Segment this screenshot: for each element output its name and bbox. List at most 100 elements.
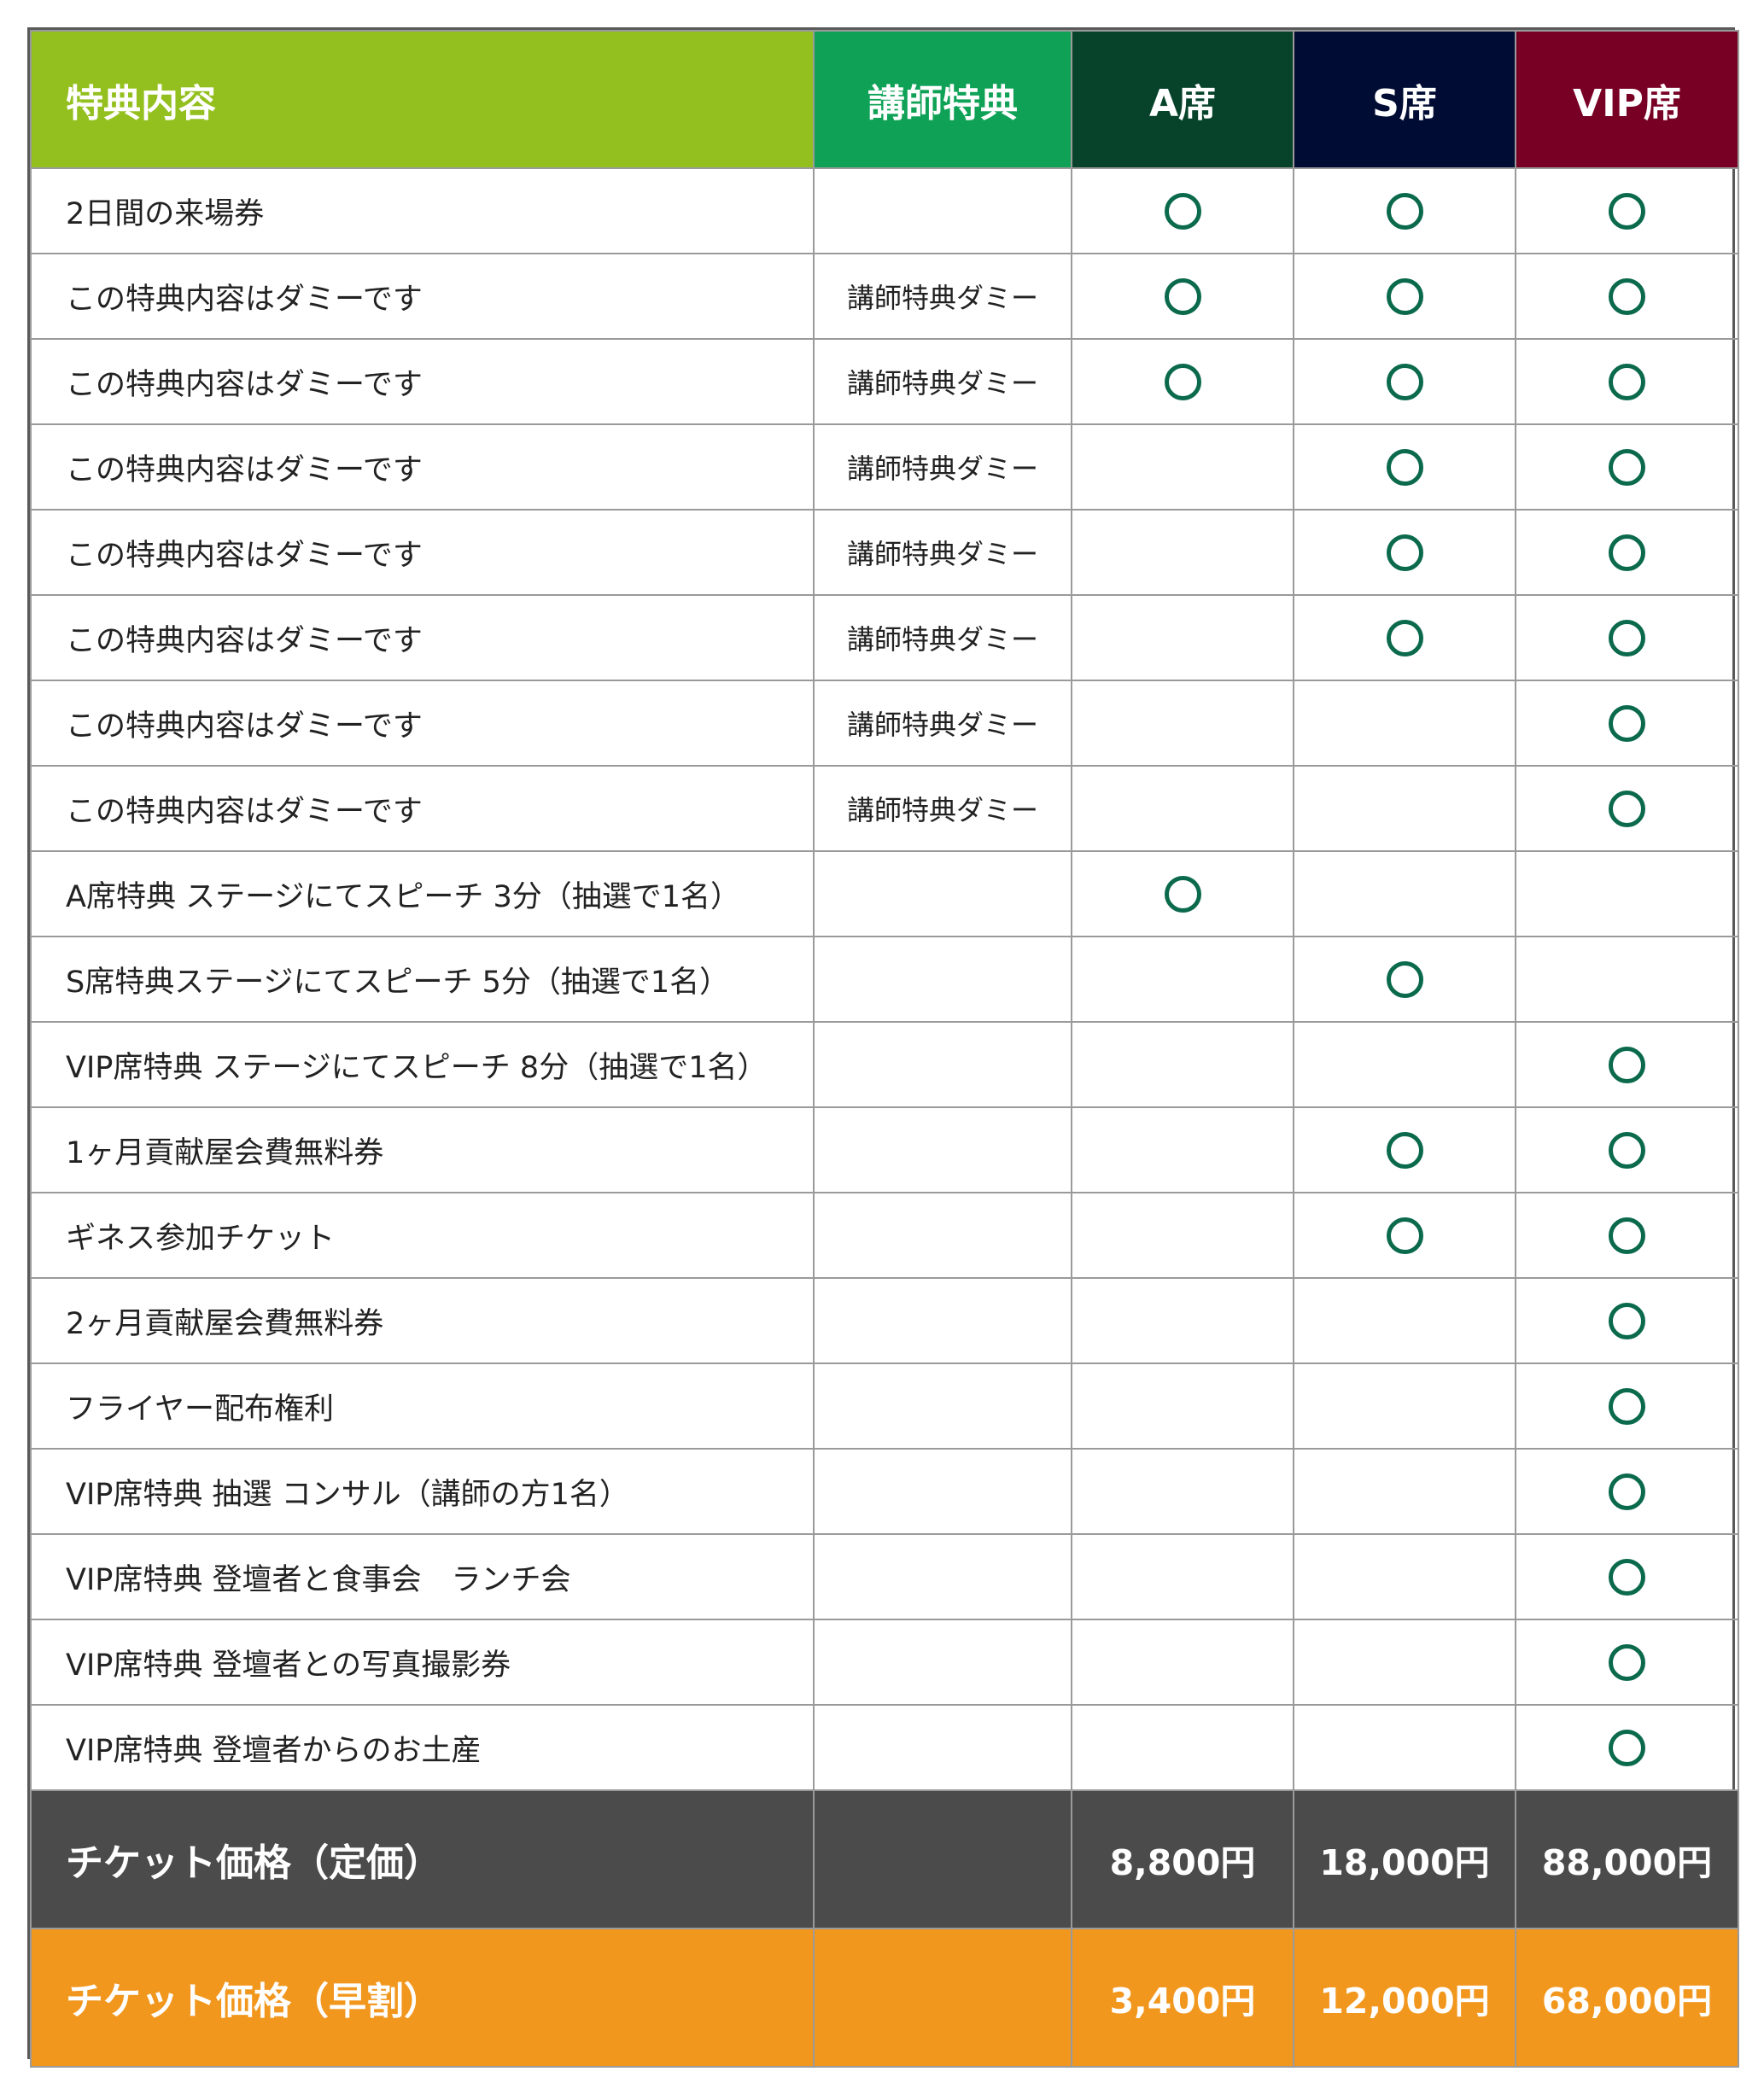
benefit-feature-cell: この特典内容はダミーです: [30, 423, 815, 511]
seat-s-cell: [1293, 1277, 1516, 1364]
circle-mark-icon: [1609, 704, 1645, 742]
seat-s-cell: [1293, 850, 1516, 937]
seat-vip-cell: [1515, 936, 1739, 1023]
instructor-benefit-cell: [813, 1277, 1072, 1364]
seat-a-cell: [1071, 1192, 1294, 1279]
table-row: 1ヶ月貢献屋会費無料券: [30, 1106, 1739, 1193]
circle-mark-icon: [1386, 192, 1423, 230]
table-row: この特典内容はダミーです 講師特典ダミー: [30, 509, 1739, 596]
price-early-vip: 68,000円: [1515, 1928, 1739, 2068]
table-row: この特典内容はダミーです 講師特典ダミー: [30, 680, 1739, 767]
instructor-benefit-cell: [813, 936, 1072, 1023]
seat-vip-cell: [1515, 850, 1739, 937]
seat-s-cell: [1293, 1619, 1516, 1706]
seat-a-cell: [1071, 1533, 1294, 1620]
seat-a-cell: [1071, 423, 1294, 511]
circle-mark-icon: [1164, 192, 1201, 230]
seat-a-cell: [1071, 1619, 1294, 1706]
seat-s-cell: [1293, 1192, 1516, 1279]
instructor-benefit-cell: [813, 167, 1072, 254]
seat-vip-cell: [1515, 338, 1739, 425]
instructor-benefit-cell: [813, 1533, 1072, 1620]
instructor-benefit-cell: [813, 1448, 1072, 1535]
table-row: ギネス参加チケット: [30, 1192, 1739, 1279]
seat-vip-cell: [1515, 765, 1739, 852]
seat-a-cell: [1071, 338, 1294, 425]
price-regular-s: 18,000円: [1293, 1789, 1516, 1929]
instructor-benefit-cell: [813, 1704, 1072, 1791]
circle-mark-icon: [1164, 363, 1201, 400]
instructor-benefit-cell: 講師特典ダミー: [813, 594, 1072, 681]
circle-mark-icon: [1386, 960, 1423, 998]
seat-a-cell: [1071, 1704, 1294, 1791]
seat-s-cell: [1293, 765, 1516, 852]
table-row: VIP席特典 登壇者と食事会 ランチ会: [30, 1533, 1739, 1620]
benefit-feature-cell: VIP席特典 登壇者からのお土産: [30, 1704, 815, 1791]
header-seat-a: A席: [1071, 30, 1294, 169]
benefit-feature-cell: A席特典 ステージにてスピーチ 3分（抽選で1名）: [30, 850, 815, 937]
price-regular-label: チケット価格（定価）: [30, 1789, 815, 1929]
benefits-table-wrapper: 特典内容 講師特典 A席 S席 VIP席 2日間の来場券 この特典内容はダミーです…: [27, 27, 1739, 2068]
seat-a-cell: [1071, 936, 1294, 1023]
seat-a-cell: [1071, 1277, 1294, 1364]
instructor-benefit-cell: [813, 1021, 1072, 1108]
benefit-feature-cell: この特典内容はダミーです: [30, 765, 815, 852]
table-row: この特典内容はダミーです 講師特典ダミー: [30, 338, 1739, 425]
seat-s-cell: [1293, 1363, 1516, 1450]
seat-s-cell: [1293, 936, 1516, 1023]
table-row: S席特典ステージにてスピーチ 5分（抽選で1名）: [30, 936, 1739, 1023]
seat-vip-cell: [1515, 1192, 1739, 1279]
price-early-instructor-cell: [813, 1928, 1072, 2068]
instructor-benefit-cell: [813, 1363, 1072, 1450]
seat-vip-cell: [1515, 423, 1739, 511]
benefit-feature-cell: S席特典ステージにてスピーチ 5分（抽選で1名）: [30, 936, 815, 1023]
benefit-feature-cell: この特典内容はダミーです: [30, 680, 815, 767]
circle-mark-icon: [1609, 1643, 1645, 1681]
benefit-feature-cell: 2ヶ月貢献屋会費無料券: [30, 1277, 815, 1364]
price-row-early: チケット価格（早割） 3,400円 12,000円 68,000円: [30, 1928, 1739, 2068]
circle-mark-icon: [1609, 448, 1645, 486]
benefit-rows: 2日間の来場券 この特典内容はダミーです 講師特典ダミー この特典内容はダミーです 講師…: [30, 167, 1739, 1791]
circle-mark-icon: [1386, 1217, 1423, 1254]
seat-s-cell: [1293, 1448, 1516, 1535]
seat-a-cell: [1071, 253, 1294, 340]
circle-mark-icon: [1609, 1729, 1645, 1766]
instructor-benefit-cell: 講師特典ダミー: [813, 509, 1072, 596]
circle-mark-icon: [1609, 1131, 1645, 1169]
circle-mark-icon: [1164, 277, 1201, 315]
seat-s-cell: [1293, 253, 1516, 340]
table-row: VIP席特典 抽選 コンサル（講師の方1名）: [30, 1448, 1739, 1535]
price-regular-instructor-cell: [813, 1789, 1072, 1929]
instructor-benefit-cell: 講師特典ダミー: [813, 423, 1072, 511]
seat-a-cell: [1071, 1363, 1294, 1450]
circle-mark-icon: [1386, 448, 1423, 486]
seat-vip-cell: [1515, 1277, 1739, 1364]
circle-mark-icon: [1609, 363, 1645, 400]
benefits-comparison-table: 特典内容 講師特典 A席 S席 VIP席 2日間の来場券 この特典内容はダミーです…: [30, 30, 1739, 2068]
seat-vip-cell: [1515, 167, 1739, 254]
circle-mark-icon: [1609, 1217, 1645, 1254]
price-regular-vip: 88,000円: [1515, 1789, 1739, 1929]
seat-vip-cell: [1515, 253, 1739, 340]
circle-mark-icon: [1609, 790, 1645, 827]
seat-s-cell: [1293, 1021, 1516, 1108]
seat-a-cell: [1071, 1106, 1294, 1193]
seat-a-cell: [1071, 167, 1294, 254]
table-row: この特典内容はダミーです 講師特典ダミー: [30, 253, 1739, 340]
seat-s-cell: [1293, 1533, 1516, 1620]
table-row: VIP席特典 ステージにてスピーチ 8分（抽選で1名）: [30, 1021, 1739, 1108]
benefit-feature-cell: VIP席特典 登壇者と食事会 ランチ会: [30, 1533, 815, 1620]
table-row: VIP席特典 登壇者との写真撮影券: [30, 1619, 1739, 1706]
instructor-benefit-cell: [813, 1192, 1072, 1279]
benefit-feature-cell: 2日間の来場券: [30, 167, 815, 254]
circle-mark-icon: [1386, 363, 1423, 400]
seat-vip-cell: [1515, 1106, 1739, 1193]
price-early-s: 12,000円: [1293, 1928, 1516, 2068]
circle-mark-icon: [1386, 277, 1423, 315]
seat-vip-cell: [1515, 1533, 1739, 1620]
seat-vip-cell: [1515, 1619, 1739, 1706]
benefit-feature-cell: VIP席特典 登壇者との写真撮影券: [30, 1619, 815, 1706]
seat-s-cell: [1293, 509, 1516, 596]
circle-mark-icon: [1609, 1473, 1645, 1510]
benefit-feature-cell: VIP席特典 抽選 コンサル（講師の方1名）: [30, 1448, 815, 1535]
